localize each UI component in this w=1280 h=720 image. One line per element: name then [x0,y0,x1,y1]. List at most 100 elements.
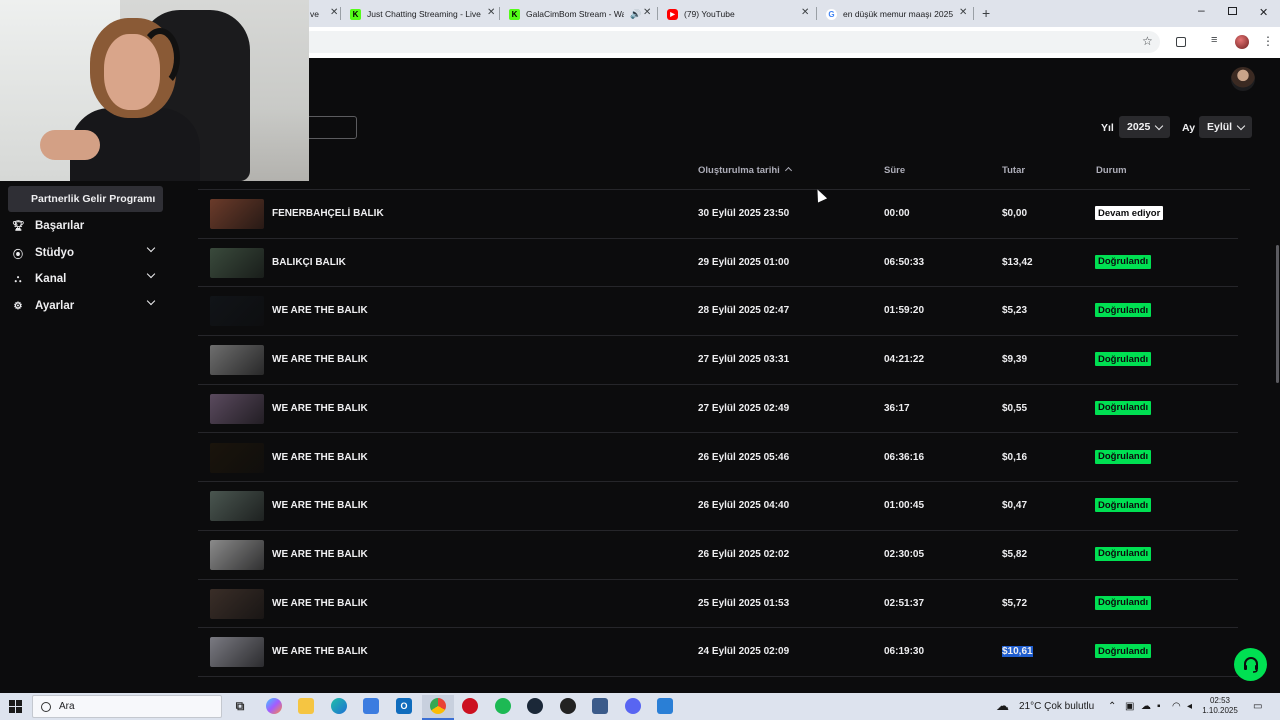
chrome-browser-icon[interactable] [430,698,446,714]
stream-title: WE ARE THE BALIK [272,548,368,560]
table-row[interactable]: BALIKÇI BALIK 29 Eylül 2025 01:00 06:50:33… [198,239,1238,288]
chevron-down-icon[interactable] [146,296,156,306]
close-icon[interactable]: ✕ [801,7,809,18]
user-avatar[interactable] [1231,67,1255,91]
table-row[interactable]: FENERBAHÇELİ BALIK 30 Eylül 2025 23:50 00:… [198,190,1238,239]
sidebar-item-partner-revenue[interactable]: Partnerlik Gelir Programı [8,186,163,212]
speaker-icon[interactable]: 🔊 [630,9,641,20]
year-select[interactable]: 2025 [1119,116,1171,138]
close-icon[interactable]: ✕ [487,7,495,18]
browser-tab-partial[interactable]: ve [310,3,332,25]
streamer-arm [40,130,100,160]
help-chat-button[interactable] [1234,648,1267,681]
file-explorer-icon[interactable] [298,698,314,714]
discord-icon[interactable] [625,698,641,714]
table-row[interactable]: WE ARE THE BALIK 26 Eylül 2025 02:02 02:30… [198,531,1238,580]
table-row[interactable]: WE ARE THE BALIK 27 Eylül 2025 02:49 36:17… [198,385,1238,434]
column-header-amount[interactable]: Tutar [1002,165,1025,176]
stream-thumbnail[interactable] [210,296,264,327]
tray-app-icon[interactable]: ▣ [1125,701,1134,712]
column-header-created[interactable]: Oluşturulma tarihi [698,165,792,176]
app-icon[interactable] [592,698,608,714]
table-row[interactable]: WE ARE THE BALIK 24 Eylül 2025 02:09 06:19… [198,628,1238,677]
table-row[interactable]: WE ARE THE BALIK 25 Eylül 2025 01:53 02:51… [198,580,1238,629]
stream-thumbnail[interactable] [210,588,264,619]
close-icon[interactable]: ✕ [959,7,967,18]
stream-thumbnail[interactable] [210,199,264,229]
column-header-duration[interactable]: Süre [884,165,905,176]
table-row[interactable]: WE ARE THE BALIK 26 Eylül 2025 05:46 06:36… [198,434,1238,483]
stream-thumbnail[interactable] [210,491,264,522]
steam-icon[interactable] [527,698,543,714]
browser-tab-google[interactable]: G en düşük memur maaşı 2025 - [826,3,956,25]
task-view-icon[interactable]: ⧉ [232,698,248,714]
close-icon[interactable]: ✕ [330,7,338,18]
stream-duration: 06:50:33 [884,256,925,268]
column-header-status[interactable]: Durum [1096,165,1127,176]
stream-amount: $0,47 [1002,500,1028,512]
stream-thumbnail[interactable] [210,539,264,570]
status-badge: Doğrulandı [1095,352,1152,367]
media-control-icon[interactable]: ≡ [1211,34,1217,46]
system-clock[interactable]: 02:53 1.10.2025 [1200,696,1240,716]
copilot-icon[interactable] [266,698,282,714]
page-scrollbar[interactable] [1276,245,1279,383]
status-badge: Doğrulandı [1095,546,1152,561]
bookmark-star-icon[interactable]: ☆ [1142,34,1153,48]
screen: ve ✕ K Just Chatting Streaming - Live ✕ … [0,0,1280,720]
sidebar-item-label: Partnerlik Gelir Programı [31,193,156,205]
stream-thumbnail[interactable] [210,637,264,668]
sidebar-item-studio[interactable]: ⦿ Stüdyo [0,240,198,266]
close-icon[interactable]: ✕ [643,7,651,18]
tray-app-icon[interactable]: ▪ [1157,701,1161,712]
chevron-up-icon[interactable]: ⌃ [1108,701,1116,712]
sidebar-item-channel[interactable]: ⛬ Kanal [0,266,198,292]
windows-start-icon[interactable] [9,700,22,713]
restore-icon[interactable] [1228,7,1237,15]
stream-thumbnail[interactable] [210,393,264,424]
opera-browser-icon[interactable] [462,698,478,714]
status-badge: Doğrulandı [1095,498,1152,513]
browser-menu-icon[interactable]: ⋮ [1262,34,1274,48]
table-row[interactable]: WE ARE THE BALIK 28 Eylül 2025 02:47 01:59… [198,287,1238,337]
sidebar-item-label: Başarılar [35,220,85,232]
store-icon[interactable] [363,698,379,714]
address-input[interactable] [300,31,1160,53]
browser-tab-galacimbom[interactable]: K GalaCimBom Stream - Watc 🔊 [509,3,649,25]
edge-browser-icon[interactable] [331,698,347,714]
spotify-icon[interactable] [495,698,511,714]
stream-amount: $5,23 [1002,305,1028,317]
extensions-icon[interactable] [1176,37,1186,47]
month-label: Ay [1182,122,1196,134]
chevron-down-icon[interactable] [146,269,156,279]
onedrive-icon[interactable]: ☁ [1141,701,1151,712]
wifi-icon[interactable]: ◠ [1172,701,1181,712]
sidebar-item-achievements[interactable]: 🏆︎ Başarılar [0,213,198,239]
sidebar-item-settings[interactable]: ⚙︎ Ayarlar [0,293,198,319]
stream-title: WE ARE THE BALIK [272,500,368,512]
chevron-down-icon[interactable] [146,243,156,253]
stream-thumbnail[interactable] [210,442,264,473]
outlook-icon[interactable]: O [396,698,412,714]
table-row[interactable]: WE ARE THE BALIK 26 Eylül 2025 04:40 01:00… [198,482,1238,531]
weather-text[interactable]: 21°C Çok bulutlu [1019,701,1094,712]
new-tab-button[interactable]: + [982,5,990,21]
browser-tab-just-chatting[interactable]: K Just Chatting Streaming - Live [350,3,500,25]
gear-icon: ⚙︎ [13,300,23,312]
stream-thumbnail[interactable] [210,247,264,278]
minimize-icon[interactable]: – [1198,3,1205,17]
table-row[interactable]: WE ARE THE BALIK 27 Eylül 2025 03:31 04:21… [198,336,1238,385]
browser-profile-avatar[interactable] [1235,35,1249,49]
headset-icon [140,28,180,88]
tab-divider [499,7,500,20]
browser-tab-youtube[interactable]: ▶ (79) YouTube [667,3,807,25]
volume-icon[interactable]: ◂ [1187,701,1192,712]
taskbar-search-input[interactable]: Ara [32,695,222,718]
stream-thumbnail[interactable] [210,345,264,376]
month-select[interactable]: Eylül [1199,116,1253,138]
notifications-icon[interactable]: ▭ [1253,701,1262,712]
kick-logo-icon: K [509,8,520,20]
app-icon[interactable] [657,698,673,714]
obs-icon[interactable] [560,698,576,714]
window-close-icon[interactable]: ✕ [1259,6,1268,19]
